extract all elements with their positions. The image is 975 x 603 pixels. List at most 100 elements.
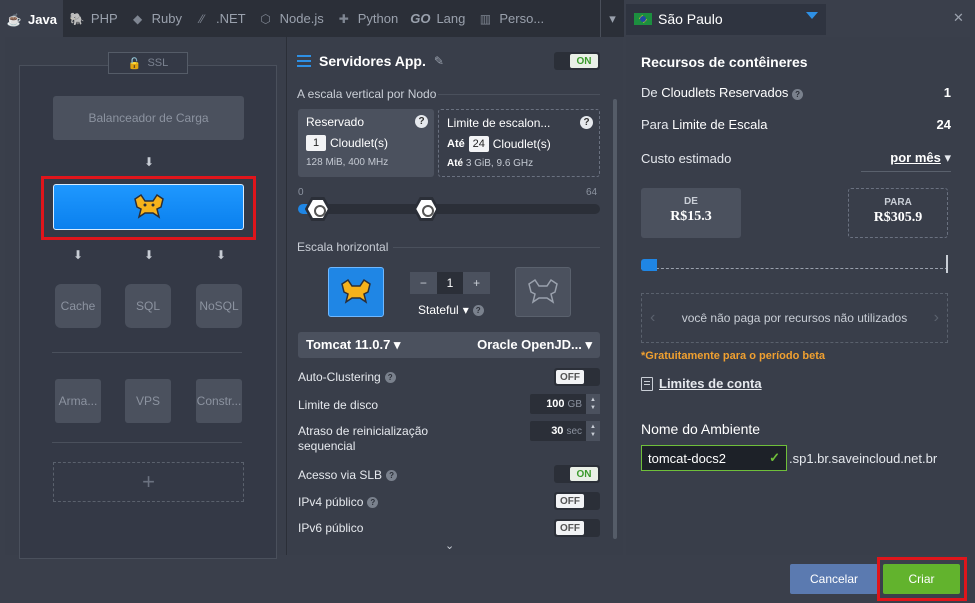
slb-label: Acesso via SLB <box>298 468 383 482</box>
close-icon[interactable]: ✕ <box>953 10 964 26</box>
add-layer-button[interactable]: + <box>53 462 244 502</box>
chevron-down-icon: ▾ <box>462 303 469 317</box>
toggle-state: OFF <box>556 521 584 535</box>
build-node[interactable]: Constr... <box>196 379 242 423</box>
ssl-toggle[interactable]: 🔓 SSL <box>108 52 188 74</box>
tab-label: .NET <box>216 11 246 26</box>
increase-button[interactable]: + <box>463 272 491 294</box>
tab-go[interactable]: GO Lang <box>404 0 471 37</box>
cost-range-track <box>641 259 948 269</box>
more-tabs-button[interactable]: ▾ <box>600 0 624 37</box>
cancel-button[interactable]: Cancelar <box>790 564 878 594</box>
restart-delay-label: Atraso de reinicialização <box>298 424 429 438</box>
stateful-dropdown[interactable]: Stateful ▾ ? <box>418 303 484 317</box>
spinner[interactable]: ▲ ▼ <box>586 394 600 414</box>
cloudlet-slider-track[interactable] <box>298 204 600 214</box>
divider <box>52 352 242 353</box>
load-balancer-node[interactable]: Balanceador de Carga <box>53 96 244 140</box>
nosql-node[interactable]: NoSQL <box>196 284 242 328</box>
tab-java[interactable]: ☕ Java <box>0 0 63 37</box>
scale-min: 0 <box>298 187 304 198</box>
help-icon[interactable]: ? <box>386 469 398 481</box>
java-icon: ☕ <box>6 12 22 27</box>
reserved-cloudlets-input[interactable]: 1 <box>306 135 326 151</box>
help-icon[interactable]: ? <box>384 371 396 383</box>
disk-limit-input[interactable]: 100 GB ▲ ▼ <box>530 394 600 414</box>
tomcat-node[interactable] <box>53 184 244 230</box>
plus-icon: + <box>142 469 155 494</box>
region-selector[interactable]: São Paulo <box>626 4 826 35</box>
tab-python[interactable]: ✚ Python <box>330 0 404 37</box>
ipv6-label: IPv6 público <box>298 521 364 535</box>
node-count-value[interactable]: 1 <box>436 272 464 294</box>
scrollbar[interactable] <box>613 99 617 539</box>
slb-toggle[interactable]: ON <box>554 465 600 483</box>
horizontal-scaling-label: Escala horizontal <box>297 240 389 254</box>
tab-custom[interactable]: ▥ Perso... <box>471 0 550 37</box>
limit-label: Limite de Escala <box>672 117 768 132</box>
cost-to-box: PARA R$305.9 <box>848 188 948 238</box>
nosql-label: NoSQL <box>199 299 239 313</box>
tab-php[interactable]: 🐘 PHP <box>63 0 124 37</box>
cache-node[interactable]: Cache <box>55 284 101 328</box>
tab-nodejs[interactable]: ⬡ Node.js <box>252 0 330 37</box>
jdk-dropdown[interactable]: Oracle OpenJD... ▾ <box>477 337 592 353</box>
custom-icon: ▥ <box>479 11 492 26</box>
vps-node[interactable]: VPS <box>125 379 171 423</box>
scroll-down-icon[interactable]: ⌄ <box>445 539 454 552</box>
tab-label: Ruby <box>151 11 183 26</box>
reserved-cloudlets-row: De Cloudlets Reservados ? 1 <box>641 85 951 100</box>
sql-node[interactable]: SQL <box>125 284 171 328</box>
reserved-handle[interactable] <box>304 197 331 221</box>
chevron-right-icon[interactable]: › <box>934 309 939 327</box>
tab-label: Perso... <box>499 11 545 26</box>
limit-cloudlets-input[interactable]: 24 <box>468 136 489 152</box>
nodejs-icon: ⬡ <box>260 11 271 26</box>
chevron-left-icon[interactable]: ‹ <box>650 309 655 327</box>
layer-toggle[interactable]: ON <box>554 52 600 70</box>
help-icon[interactable]: ? <box>580 116 593 129</box>
tab-ruby[interactable]: ◆ Ruby <box>124 0 188 37</box>
decrease-button[interactable]: − <box>410 272 437 294</box>
reserved-box: Reservado 1 Cloudlet(s) 128 MiB, 400 MHz… <box>298 109 434 177</box>
restart-delay-input[interactable]: 30 sec ▲ ▼ <box>530 421 600 441</box>
ipv6-toggle[interactable]: OFF <box>554 519 600 537</box>
reserved-prefix: De <box>641 85 658 100</box>
help-icon[interactable]: ? <box>415 115 428 128</box>
account-limits-link[interactable]: Limites de conta <box>641 376 762 391</box>
cost-from-value: R$15.3 <box>670 209 712 224</box>
limit-handle[interactable] <box>413 197 440 221</box>
divider <box>393 247 600 248</box>
help-icon[interactable]: ? <box>367 496 379 508</box>
server-version-dropdown[interactable]: Tomcat 11.0.7 ▾ <box>306 337 400 353</box>
restart-delay-label-2: sequencial <box>298 439 356 453</box>
divider <box>438 94 600 95</box>
arrow-down-icon: ⬇ <box>144 248 155 262</box>
limit-prefix: Até <box>447 138 465 150</box>
storage-node[interactable]: Arma... <box>55 379 101 423</box>
environment-name-input[interactable]: tomcat-docs2 ✓ <box>641 445 787 471</box>
spinner[interactable]: ▲ ▼ <box>586 421 600 441</box>
help-icon[interactable]: ? <box>792 89 804 100</box>
cost-range-end <box>946 255 948 273</box>
cost-period-dropdown[interactable]: por mês ▾ <box>890 150 951 166</box>
lock-icon: 🔓 <box>127 57 142 70</box>
php-icon: 🐘 <box>69 11 85 26</box>
load-balancer-label: Balanceador de Carga <box>88 111 209 125</box>
limit-unit: Cloudlet(s) <box>492 137 551 151</box>
unused-resources-note: ‹ você não paga por recursos não utiliza… <box>641 293 948 343</box>
toggle-state: OFF <box>556 370 584 384</box>
reserved-spec: 128 MiB, 400 MHz <box>306 157 389 168</box>
auto-clustering-toggle[interactable]: OFF <box>554 368 600 386</box>
region-dropdown-icon[interactable] <box>806 12 818 19</box>
help-icon[interactable]: ? <box>472 304 484 316</box>
tab-dotnet[interactable]: ⁄⁄ .NET <box>188 0 252 37</box>
ipv4-toggle[interactable]: OFF <box>554 492 600 510</box>
resources-panel: Recursos de contêineres De Cloudlets Res… <box>626 37 970 555</box>
limit-spec: 3 GiB, 9.6 GHz <box>465 158 534 169</box>
go-icon: GO <box>410 11 431 26</box>
edit-icon[interactable]: ✎ <box>434 54 444 68</box>
create-button[interactable]: Criar <box>883 564 960 594</box>
tomcat-node-icon[interactable] <box>328 267 384 317</box>
cost-period: por mês <box>890 150 941 165</box>
